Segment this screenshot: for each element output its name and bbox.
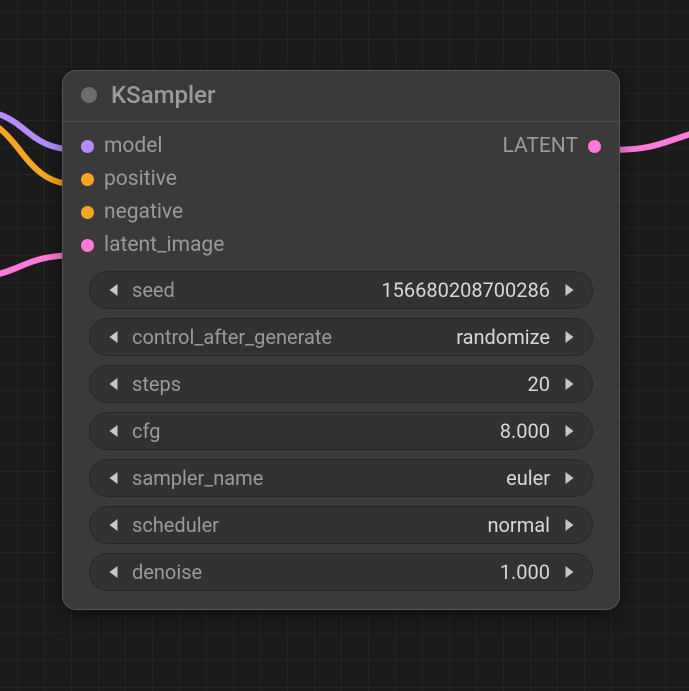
param-value[interactable]: normal (229, 513, 550, 537)
port-label: positive (104, 167, 177, 191)
param-name: scheduler (132, 513, 219, 537)
ports: model positive negative latent_image (77, 134, 605, 267)
port-dot-icon (81, 206, 94, 219)
stepper-decrement-icon[interactable] (104, 424, 122, 438)
node-title: KSampler (111, 81, 215, 109)
port-label: LATENT (502, 134, 578, 158)
param-name: steps (132, 372, 181, 396)
stepper-decrement-icon[interactable] (104, 283, 122, 297)
stepper-decrement-icon[interactable] (104, 330, 122, 344)
ksampler-node[interactable]: KSampler model positive negative l (62, 70, 620, 610)
stepper-increment-icon[interactable] (560, 565, 578, 579)
node-collapse-dot-icon[interactable] (81, 87, 97, 103)
stepper-increment-icon[interactable] (560, 424, 578, 438)
stepper-increment-icon[interactable] (560, 330, 578, 344)
param-cfg[interactable]: cfg 8.000 (89, 412, 593, 450)
input-port-negative[interactable]: negative (81, 200, 224, 224)
param-scheduler[interactable]: scheduler normal (89, 506, 593, 544)
port-dot-icon (588, 140, 601, 153)
param-value[interactable]: 8.000 (170, 419, 550, 443)
param-seed[interactable]: seed 156680208700286 (89, 271, 593, 309)
stepper-increment-icon[interactable] (560, 518, 578, 532)
param-control-after-generate[interactable]: control_after_generate randomize (89, 318, 593, 356)
port-dot-icon (81, 239, 94, 252)
node-body: model positive negative latent_image (63, 122, 619, 609)
stepper-decrement-icon[interactable] (104, 565, 122, 579)
output-ports: LATENT (502, 134, 601, 257)
node-header[interactable]: KSampler (63, 71, 619, 122)
param-name: control_after_generate (132, 325, 332, 349)
input-port-model[interactable]: model (81, 134, 224, 158)
port-dot-icon (81, 140, 94, 153)
param-steps[interactable]: steps 20 (89, 365, 593, 403)
params-list: seed 156680208700286 control_after_gener… (77, 267, 605, 591)
stepper-increment-icon[interactable] (560, 471, 578, 485)
input-port-latent-image[interactable]: latent_image (81, 233, 224, 257)
param-name: denoise (132, 560, 202, 584)
input-ports: model positive negative latent_image (81, 134, 224, 257)
stepper-decrement-icon[interactable] (104, 471, 122, 485)
stepper-decrement-icon[interactable] (104, 377, 122, 391)
param-value[interactable]: randomize (342, 325, 550, 349)
param-value[interactable]: euler (273, 466, 550, 490)
param-name: cfg (132, 419, 160, 443)
port-label: model (104, 134, 162, 158)
param-denoise[interactable]: denoise 1.000 (89, 553, 593, 591)
port-label: negative (104, 200, 183, 224)
port-dot-icon (81, 173, 94, 186)
port-label: latent_image (104, 233, 224, 257)
param-name: seed (132, 278, 175, 302)
stepper-increment-icon[interactable] (560, 377, 578, 391)
param-value[interactable]: 20 (191, 372, 550, 396)
stepper-increment-icon[interactable] (560, 283, 578, 297)
param-sampler-name[interactable]: sampler_name euler (89, 459, 593, 497)
output-port-latent[interactable]: LATENT (502, 134, 601, 158)
input-port-positive[interactable]: positive (81, 167, 224, 191)
param-value[interactable]: 156680208700286 (185, 278, 550, 302)
stepper-decrement-icon[interactable] (104, 518, 122, 532)
param-name: sampler_name (132, 466, 263, 490)
param-value[interactable]: 1.000 (212, 560, 550, 584)
